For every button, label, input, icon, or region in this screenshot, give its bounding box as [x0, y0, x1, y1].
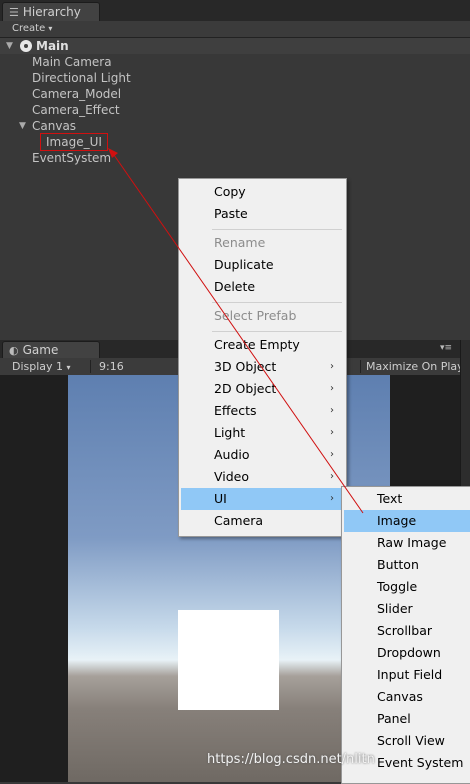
menu-item-delete[interactable]: Delete: [181, 276, 342, 298]
menu-item-rename: Rename: [214, 235, 266, 250]
menu-item-paste[interactable]: Paste: [181, 203, 342, 225]
ui-submenu: Text Image Raw Image Button Toggle Slide…: [341, 486, 470, 784]
hierarchy-item[interactable]: Main Camera: [32, 54, 112, 70]
submenu-item-slider[interactable]: Slider: [344, 598, 470, 620]
hierarchy-item[interactable]: Camera_Model: [32, 86, 121, 102]
submenu-arrow-icon: ›: [330, 361, 334, 372]
menu-item-2d-object[interactable]: 2D Object ›: [181, 378, 342, 400]
context-menu: Copy Paste Rename Duplicate Delete Selec…: [178, 178, 347, 537]
panel-menu-icon[interactable]: ▾≡: [440, 343, 452, 353]
hierarchy-item[interactable]: Camera_Effect: [32, 102, 120, 118]
menu-item-label: Video: [214, 469, 250, 484]
menu-separator: [212, 331, 342, 332]
submenu-item-raw-image[interactable]: Raw Image: [344, 532, 470, 554]
submenu-item-image[interactable]: Image: [344, 510, 470, 532]
submenu-item-text[interactable]: Text: [344, 488, 470, 510]
menu-item-select-prefab: Select Prefab: [214, 308, 297, 323]
watermark-text: https://blog.csdn.net/nlitn: [207, 752, 375, 767]
submenu-arrow-icon: ›: [330, 405, 334, 416]
menu-item-label: Effects: [214, 403, 257, 418]
toolbar-divider: [360, 360, 361, 373]
menu-item-create-empty[interactable]: Create Empty: [181, 334, 342, 356]
menu-item-duplicate[interactable]: Duplicate: [181, 254, 342, 276]
submenu-arrow-icon: ›: [330, 383, 334, 394]
caret-down-icon: ▾: [66, 363, 71, 372]
display-label: Display 1: [12, 360, 64, 373]
menu-item-label: Audio: [214, 447, 250, 462]
pacman-icon: ◐: [9, 344, 19, 357]
submenu-item-scroll-view[interactable]: Scroll View: [344, 730, 470, 752]
toolbar-divider: [90, 360, 91, 373]
submenu-item-dropdown[interactable]: Dropdown: [344, 642, 470, 664]
caret-down-icon: ▾: [48, 24, 53, 33]
menu-item-camera[interactable]: Camera: [181, 510, 342, 532]
menu-separator: [212, 229, 342, 230]
ui-image-preview: [178, 610, 279, 710]
unity-scene-icon: [20, 40, 32, 52]
submenu-item-canvas[interactable]: Canvas: [344, 686, 470, 708]
scene-name: Main: [36, 39, 69, 53]
menu-item-label: 3D Object: [214, 359, 277, 374]
create-dropdown-button[interactable]: Create ▾: [6, 22, 58, 36]
scene-row[interactable]: ▼ Main: [0, 38, 470, 54]
hierarchy-item-canvas[interactable]: Canvas: [32, 118, 76, 134]
menu-item-light[interactable]: Light ›: [181, 422, 342, 444]
tab-hierarchy-label: Hierarchy: [22, 5, 81, 19]
hierarchy-item[interactable]: EventSystem: [32, 150, 111, 166]
menu-item-video[interactable]: Video ›: [181, 466, 342, 488]
aspect-dropdown[interactable]: 9:16: [99, 358, 124, 375]
submenu-item-panel[interactable]: Panel: [344, 708, 470, 730]
menu-item-audio[interactable]: Audio ›: [181, 444, 342, 466]
create-label: Create: [12, 23, 46, 34]
tab-game[interactable]: ◐ Game: [2, 341, 100, 358]
maximize-on-play-toggle[interactable]: Maximize On Play: [366, 358, 464, 375]
submenu-arrow-icon: ›: [330, 471, 334, 482]
submenu-arrow-icon: ›: [330, 427, 334, 438]
canvas-expand-icon[interactable]: ▼: [19, 118, 26, 134]
menu-item-effects[interactable]: Effects ›: [181, 400, 342, 422]
submenu-item-scrollbar[interactable]: Scrollbar: [344, 620, 470, 642]
menu-item-label: UI: [214, 491, 227, 506]
menu-item-3d-object[interactable]: 3D Object ›: [181, 356, 342, 378]
hierarchy-item[interactable]: Directional Light: [32, 70, 131, 86]
display-dropdown[interactable]: Display 1 ▾: [12, 358, 71, 376]
submenu-item-button[interactable]: Button: [344, 554, 470, 576]
submenu-arrow-icon: ›: [330, 449, 334, 460]
tab-hierarchy[interactable]: ☰ Hierarchy: [2, 2, 100, 21]
menu-item-label: Light: [214, 425, 246, 440]
hierarchy-tabstrip: ☰ Hierarchy: [0, 0, 470, 21]
tab-game-label: Game: [22, 343, 59, 357]
submenu-item-toggle[interactable]: Toggle: [344, 576, 470, 598]
menu-item-ui[interactable]: UI ›: [181, 488, 342, 510]
annotation-highlight-box: [40, 133, 108, 151]
submenu-arrow-icon: ›: [330, 493, 334, 504]
hierarchy-toolbar: Create ▾: [0, 21, 470, 38]
submenu-item-input-field[interactable]: Input Field: [344, 664, 470, 686]
menu-separator: [212, 302, 342, 303]
expand-triangle-icon[interactable]: ▼: [6, 38, 13, 54]
menu-item-copy[interactable]: Copy: [181, 181, 342, 203]
menu-item-label: 2D Object: [214, 381, 277, 396]
list-icon: ☰: [9, 6, 19, 19]
